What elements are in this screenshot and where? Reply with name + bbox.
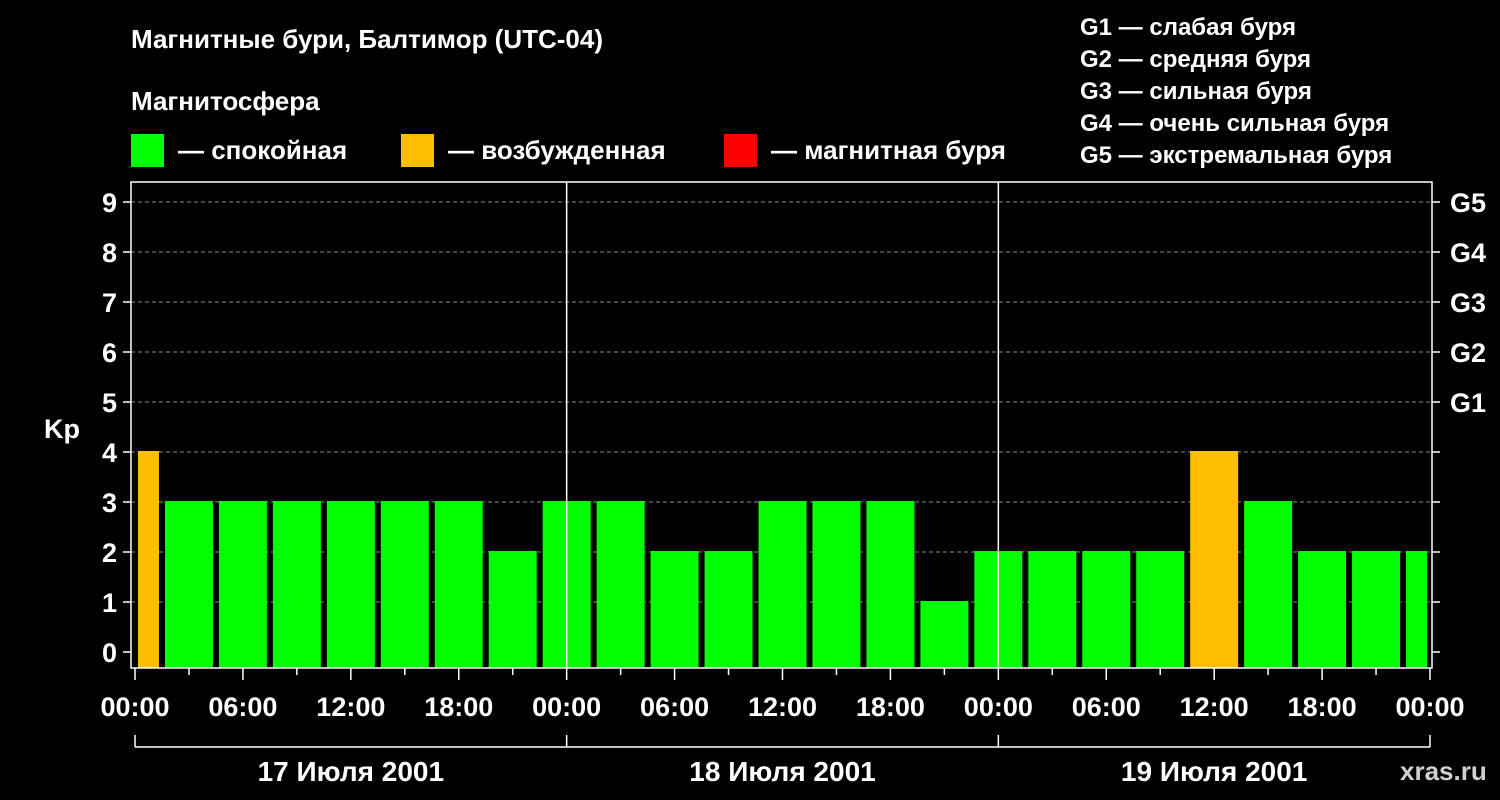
bar-12 xyxy=(758,501,807,668)
x-tick-label: 18:00 xyxy=(1288,692,1357,722)
y-tick-label: 6 xyxy=(102,338,117,368)
x-tick-label: 12:00 xyxy=(316,692,385,722)
x-tick-label: 18:00 xyxy=(424,692,493,722)
x-tick-label: 06:00 xyxy=(640,692,709,722)
bar-18 xyxy=(1082,551,1131,668)
bar-14 xyxy=(866,501,915,668)
right-tick-label-g3: G3 xyxy=(1450,288,1486,318)
y-tick-label: 2 xyxy=(102,538,117,568)
bar-17 xyxy=(1028,551,1077,668)
kp-chart: 0 1 2 3 4 5 6 7 8 9 G1 G2 G3 G4 G5 00:00 06:00 12:00 18:00… xyxy=(44,181,1486,787)
bar-2 xyxy=(218,501,267,668)
day-label-2: 18 Июля 2001 xyxy=(689,756,875,787)
bar-1 xyxy=(164,501,213,668)
right-tick-label-g5: G5 xyxy=(1450,188,1486,218)
bar-20 xyxy=(1190,451,1239,668)
x-tick-label: 00:00 xyxy=(1395,692,1464,722)
y-tick-label: 0 xyxy=(102,638,117,668)
bar-7 xyxy=(488,551,537,668)
bar-21 xyxy=(1244,501,1293,668)
bar-19 xyxy=(1136,551,1185,668)
right-tick-label-g2: G2 xyxy=(1450,338,1486,368)
y-tick-label: 3 xyxy=(102,488,117,518)
y-tick-label: 5 xyxy=(102,388,117,418)
bar-3 xyxy=(272,501,321,668)
x-tick-label: 00:00 xyxy=(532,692,601,722)
x-tick-label: 18:00 xyxy=(856,692,925,722)
day-label-3: 19 Июля 2001 xyxy=(1121,756,1307,787)
bar-15 xyxy=(920,601,969,668)
y-axis-label: Kp xyxy=(44,414,80,444)
bar-0 xyxy=(138,451,159,668)
axis-labels: 0 1 2 3 4 5 6 7 8 9 G1 G2 G3 G4 G5 00:00 06:00 12:00 18:00… xyxy=(100,188,1486,787)
watermark: xras.ru xyxy=(1400,756,1487,786)
day-label-1: 17 Июля 2001 xyxy=(258,756,444,787)
right-tick-label-g1: G1 xyxy=(1450,388,1486,418)
bar-13 xyxy=(812,501,861,668)
bar-24 xyxy=(1406,551,1427,668)
x-tick-label: 00:00 xyxy=(100,692,169,722)
y-tick-label: 7 xyxy=(102,288,117,318)
x-tick-label: 12:00 xyxy=(748,692,817,722)
bar-23 xyxy=(1352,551,1401,668)
bar-10 xyxy=(650,551,699,668)
bar-9 xyxy=(596,501,645,668)
x-tick-label: 00:00 xyxy=(964,692,1033,722)
y-tick-label: 9 xyxy=(102,188,117,218)
x-tick-label: 06:00 xyxy=(1072,692,1141,722)
bars xyxy=(138,451,1427,668)
bar-22 xyxy=(1298,551,1347,668)
x-tick-label: 12:00 xyxy=(1180,692,1249,722)
y-tick-label: 1 xyxy=(102,588,117,618)
y-tick-label: 8 xyxy=(102,238,117,268)
bar-5 xyxy=(380,501,429,668)
bar-6 xyxy=(434,501,483,668)
bar-4 xyxy=(326,501,375,668)
bar-11 xyxy=(704,551,753,668)
right-tick-label-g4: G4 xyxy=(1450,238,1486,268)
x-tick-label: 06:00 xyxy=(208,692,277,722)
y-tick-label: 4 xyxy=(102,438,117,468)
